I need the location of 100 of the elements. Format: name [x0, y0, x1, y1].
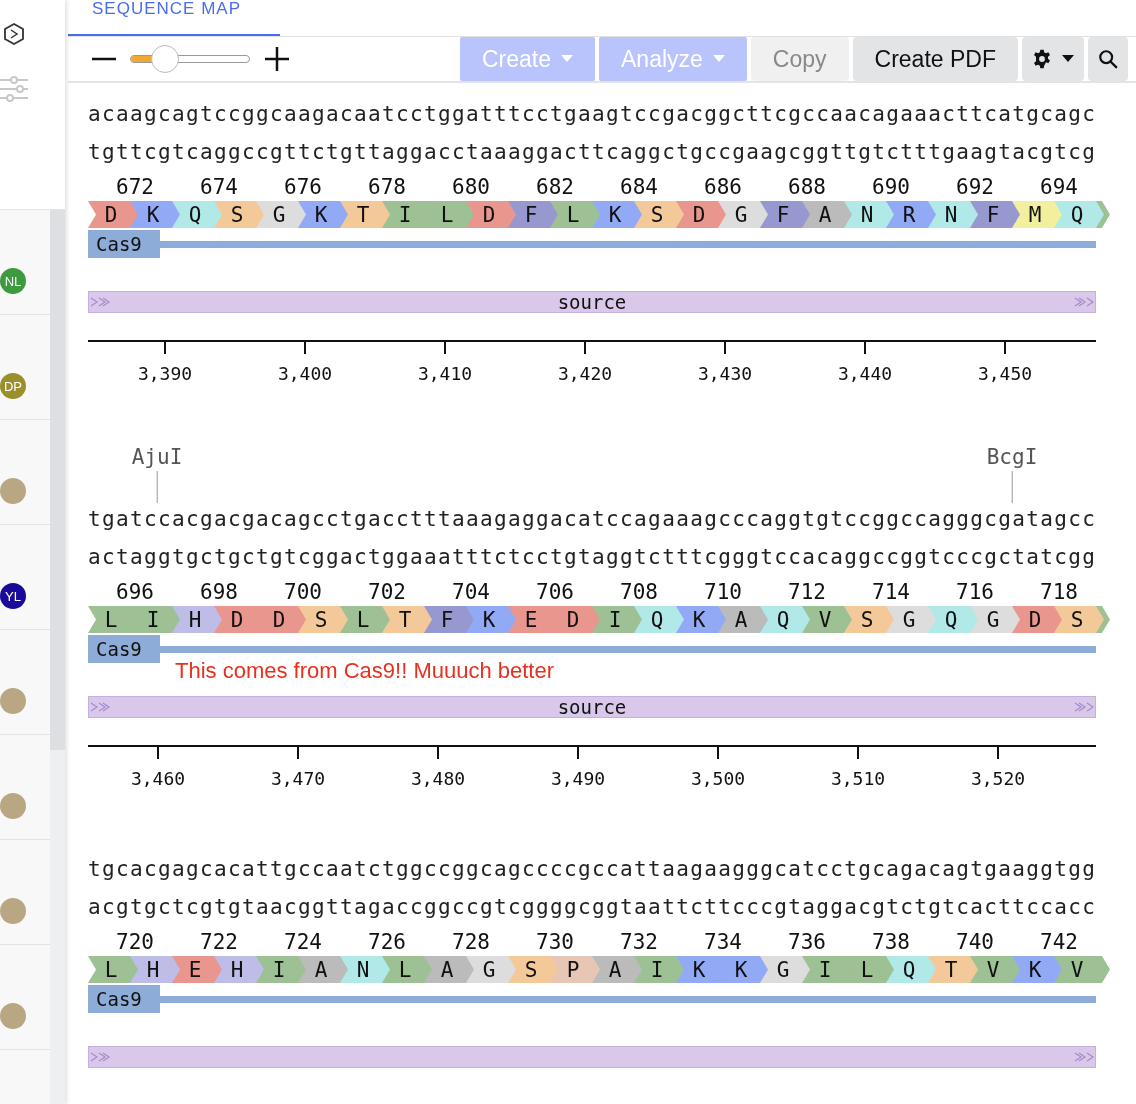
feature-bar[interactable]: [160, 645, 1096, 653]
amino-acid-chevron[interactable]: H: [172, 606, 214, 633]
amino-acid-chevron[interactable]: M: [1012, 201, 1054, 228]
amino-acid-chevron[interactable]: L: [88, 606, 130, 633]
amino-acid-chevron[interactable]: I: [802, 956, 844, 983]
scrollbar-thumb[interactable]: [50, 210, 65, 750]
amino-acid-chevron[interactable]: D: [466, 201, 508, 228]
amino-acid-chevron[interactable]: G: [466, 956, 508, 983]
amino-acid-chevron[interactable]: F: [970, 201, 1012, 228]
amino-acid-chevron[interactable]: G: [256, 201, 298, 228]
amino-acid-chevron[interactable]: Q: [172, 201, 214, 228]
amino-acid-chevron[interactable]: H: [130, 956, 172, 983]
amino-acid-chevron[interactable]: A: [802, 201, 844, 228]
amino-acid-chevron[interactable]: I: [592, 606, 634, 633]
amino-acid-chevron[interactable]: I: [382, 201, 424, 228]
amino-acid-chevron[interactable]: E: [172, 956, 214, 983]
avatar-placeholder[interactable]: [0, 478, 26, 504]
feature-label[interactable]: Cas9: [88, 635, 160, 663]
amino-acid-chevron[interactable]: I: [130, 606, 172, 633]
amino-acid-chevron[interactable]: [1096, 606, 1110, 633]
amino-acid-chevron[interactable]: V: [1054, 956, 1096, 983]
amino-acid-chevron[interactable]: F: [760, 201, 802, 228]
amino-acid-chevron[interactable]: T: [382, 606, 424, 633]
feature-label[interactable]: Cas9: [88, 230, 160, 258]
source-feature-bar[interactable]: [88, 1046, 1096, 1068]
enzyme-label[interactable]: BcgI: [986, 445, 1038, 469]
avatar[interactable]: NL: [0, 268, 26, 294]
amino-acid-chevron[interactable]: E: [508, 606, 550, 633]
amino-acid-chevron[interactable]: D: [1012, 606, 1054, 633]
toolbar-button[interactable]: Create PDF: [852, 37, 1018, 81]
amino-acid-chevron[interactable]: S: [844, 606, 886, 633]
avatar-placeholder[interactable]: [0, 1003, 26, 1029]
amino-acid-chevron[interactable]: G: [970, 606, 1012, 633]
amino-acid-chevron[interactable]: A: [424, 956, 466, 983]
amino-acid-chevron[interactable]: R: [886, 201, 928, 228]
amino-acid-chevron[interactable]: S: [508, 956, 550, 983]
tab[interactable]: SEQUENCE MAP: [68, 0, 280, 36]
avatar[interactable]: YL: [0, 583, 26, 609]
amino-acid-chevron[interactable]: N: [340, 956, 382, 983]
enzyme-label[interactable]: AjuI: [131, 445, 183, 469]
feature-label[interactable]: Cas9: [88, 985, 160, 1013]
amino-acid-chevron[interactable]: Q: [1054, 201, 1096, 228]
amino-acid-chevron[interactable]: H: [214, 956, 256, 983]
amino-acid-chevron[interactable]: S: [1054, 606, 1096, 633]
search-button[interactable]: [1088, 37, 1128, 81]
amino-acid-chevron[interactable]: I: [634, 956, 676, 983]
hexagon-icon[interactable]: [2, 22, 26, 46]
feature-bar[interactable]: [160, 995, 1096, 1003]
zoom-slider[interactable]: [130, 44, 250, 74]
amino-acid-chevron[interactable]: K: [676, 606, 718, 633]
amino-acid-chevron[interactable]: P: [550, 956, 592, 983]
amino-acid-chevron[interactable]: K: [1012, 956, 1054, 983]
amino-acid-chevron[interactable]: S: [214, 201, 256, 228]
amino-acid-chevron[interactable]: L: [550, 201, 592, 228]
amino-acid-chevron[interactable]: G: [760, 956, 802, 983]
settings-button[interactable]: [1022, 37, 1084, 81]
avatar-placeholder[interactable]: [0, 793, 26, 819]
zoom-in-icon[interactable]: [264, 46, 290, 72]
amino-acid-chevron[interactable]: Q: [760, 606, 802, 633]
amino-acid-chevron[interactable]: G: [886, 606, 928, 633]
amino-acid-chevron[interactable]: Q: [886, 956, 928, 983]
amino-acid-chevron[interactable]: S: [634, 201, 676, 228]
amino-acid-chevron[interactable]: L: [340, 606, 382, 633]
amino-acid-chevron[interactable]: D: [256, 606, 298, 633]
amino-acid-chevron[interactable]: D: [88, 201, 130, 228]
amino-acid-chevron[interactable]: G: [718, 201, 760, 228]
amino-acid-chevron[interactable]: T: [928, 956, 970, 983]
amino-acid-chevron[interactable]: D: [676, 201, 718, 228]
amino-acid-chevron[interactable]: V: [802, 606, 844, 633]
amino-acid-chevron[interactable]: L: [424, 201, 466, 228]
source-feature-bar[interactable]: source: [88, 696, 1096, 718]
amino-acid-chevron[interactable]: D: [214, 606, 256, 633]
amino-acid-chevron[interactable]: A: [718, 606, 760, 633]
amino-acid-chevron[interactable]: V: [970, 956, 1012, 983]
amino-acid-chevron[interactable]: L: [382, 956, 424, 983]
amino-acid-chevron[interactable]: K: [466, 606, 508, 633]
amino-acid-chevron[interactable]: A: [592, 956, 634, 983]
amino-acid-chevron[interactable]: [1096, 201, 1110, 228]
amino-acid-chevron[interactable]: N: [928, 201, 970, 228]
amino-acid-chevron[interactable]: F: [508, 201, 550, 228]
amino-acid-chevron[interactable]: I: [256, 956, 298, 983]
amino-acid-chevron[interactable]: F: [424, 606, 466, 633]
amino-acid-chevron[interactable]: Q: [928, 606, 970, 633]
amino-acid-chevron[interactable]: K: [298, 201, 340, 228]
amino-acid-chevron[interactable]: K: [592, 201, 634, 228]
feature-bar[interactable]: [160, 240, 1096, 248]
amino-acid-chevron[interactable]: L: [844, 956, 886, 983]
amino-acid-chevron[interactable]: N: [844, 201, 886, 228]
amino-acid-chevron[interactable]: K: [130, 201, 172, 228]
amino-acid-chevron[interactable]: K: [718, 956, 760, 983]
source-feature-bar[interactable]: source: [88, 291, 1096, 313]
amino-acid-chevron[interactable]: S: [298, 606, 340, 633]
amino-acid-chevron[interactable]: T: [340, 201, 382, 228]
avatar-placeholder[interactable]: [0, 898, 26, 924]
sliders-icon[interactable]: [0, 76, 28, 102]
slider-thumb[interactable]: [150, 44, 179, 73]
amino-acid-chevron[interactable]: L: [88, 956, 130, 983]
amino-acid-chevron[interactable]: Q: [634, 606, 676, 633]
amino-acid-chevron[interactable]: D: [550, 606, 592, 633]
amino-acid-chevron[interactable]: K: [676, 956, 718, 983]
